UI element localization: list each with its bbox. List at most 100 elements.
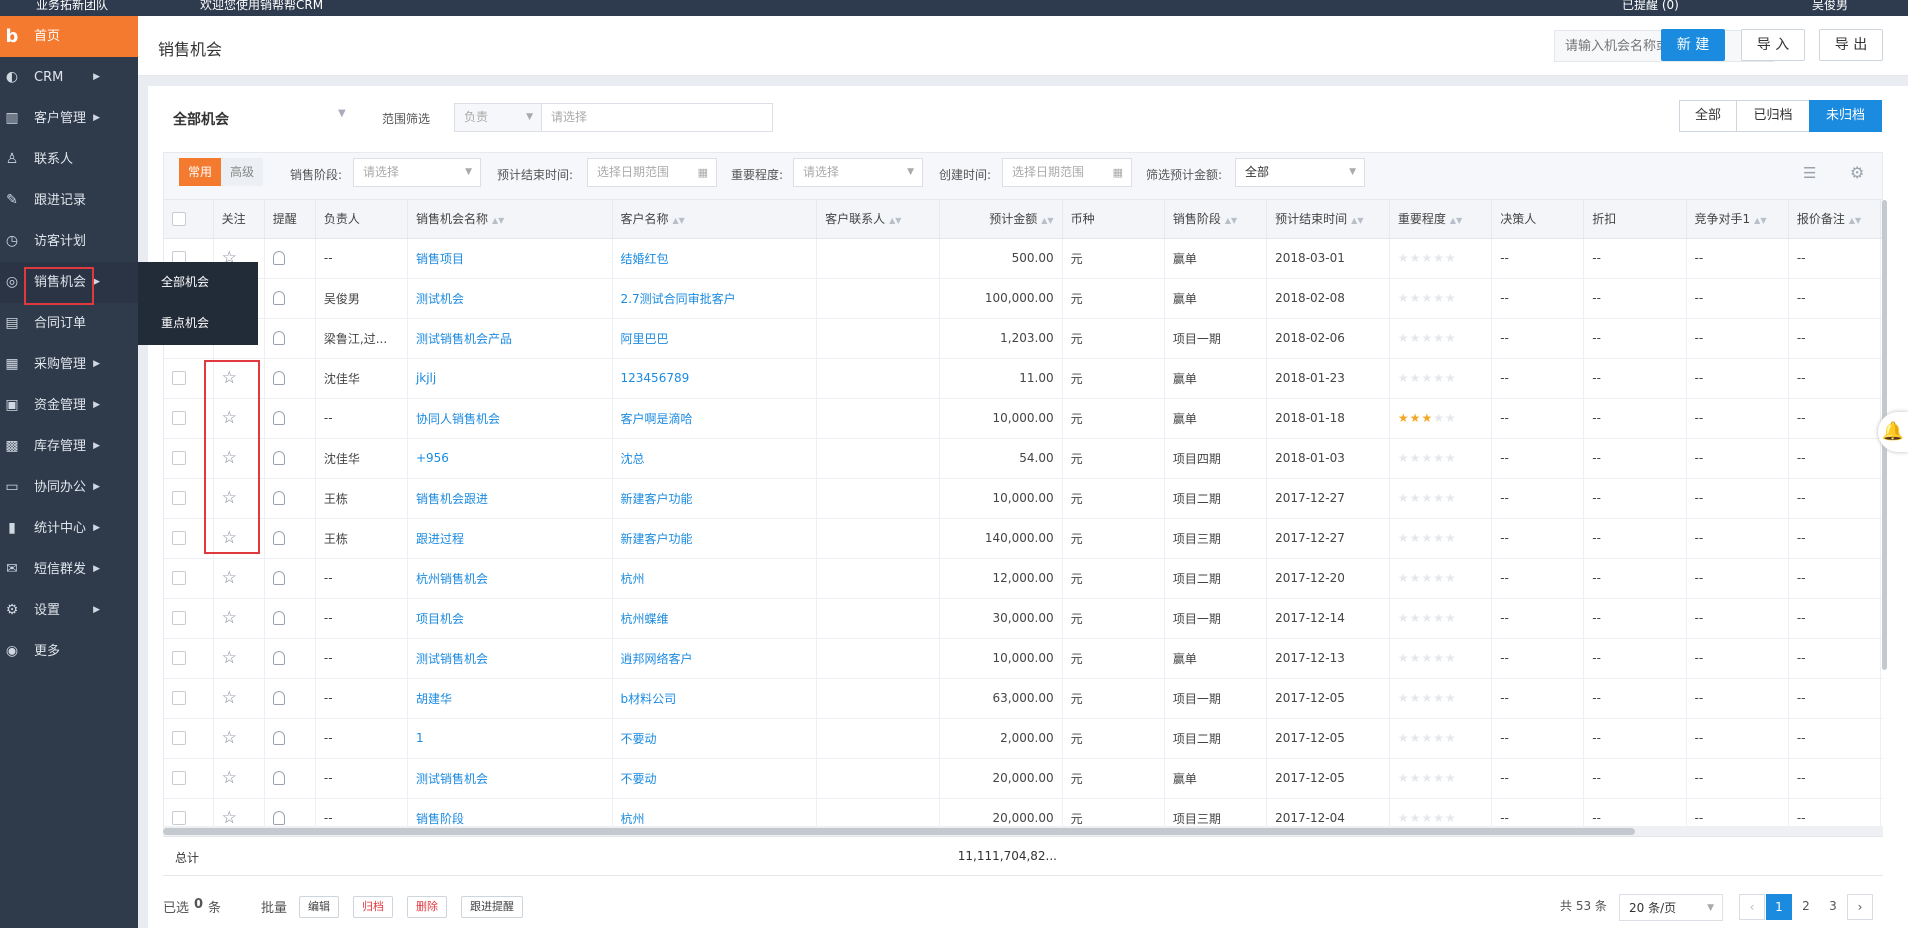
column-header-4[interactable]: 销售机会名称 ▲▼	[407, 200, 613, 239]
table-row[interactable]: ☆ -- 销售项目 结婚红包 500.00 元赢单 2018-03-01 ★★★★★ -- -- -…	[164, 238, 1883, 279]
cell-customer[interactable]: 结婚红包	[612, 238, 818, 279]
cell-stars[interactable]: ★★★★★	[1389, 238, 1493, 279]
cell-customer[interactable]: 123456789	[612, 358, 818, 399]
remind-bell-icon[interactable]	[272, 371, 285, 386]
column-header-13[interactable]: 折扣	[1583, 200, 1687, 239]
user-name[interactable]: 吴俊男	[1812, 0, 1848, 13]
remind-bell-icon[interactable]	[272, 491, 285, 506]
column-header-0[interactable]	[164, 200, 214, 239]
cell-customer[interactable]: 新建客户功能	[612, 518, 818, 559]
importance-rating[interactable]: ★★★★★	[1398, 251, 1457, 265]
remind-bell-icon[interactable]	[272, 411, 285, 426]
column-header-3[interactable]: 负责人	[315, 200, 408, 239]
cell-name[interactable]: 测试机会	[407, 278, 613, 319]
sidebar-item-2[interactable]: ▥ 客户管理 ▶	[0, 98, 138, 139]
row-checkbox[interactable]	[172, 531, 186, 546]
sidebar-item-4[interactable]: ✎ 跟进记录	[0, 180, 138, 221]
tab-common[interactable]: 常用	[179, 158, 221, 186]
follow-star-icon[interactable]: ☆	[222, 368, 237, 388]
column-header-5[interactable]: 客户名称 ▲▼	[612, 200, 818, 239]
batch-delete-button[interactable]: 删除	[407, 896, 447, 918]
sidebar-item-1[interactable]: ◐ CRM ▶	[0, 57, 138, 98]
view-name[interactable]: 全部机会	[173, 109, 229, 129]
cell-name[interactable]: 杭州销售机会	[407, 558, 613, 599]
submenu-all-opportunities[interactable]: 全部机会	[138, 262, 258, 303]
sidebar-item-5[interactable]: ◷ 访客计划	[0, 221, 138, 262]
page-size-select[interactable]: 20 条/页 ▼	[1619, 894, 1723, 921]
cell-name[interactable]: 跟进过程	[407, 518, 613, 559]
column-list-icon[interactable]: ☰	[1803, 164, 1816, 182]
row-checkbox[interactable]	[172, 451, 186, 466]
import-button[interactable]: 导 入	[1741, 29, 1805, 61]
table-row[interactable]: ☆ -- 1 不要动 2,000.00 元项目二期 2017-12-05 ★★★★★ -- -- -…	[164, 718, 1883, 759]
cell-stars[interactable]: ★★★★★	[1389, 678, 1493, 719]
importance-rating[interactable]: ★★★★★	[1398, 611, 1457, 625]
page-1-button[interactable]: 1	[1766, 894, 1792, 920]
prev-page-button[interactable]: ‹	[1739, 894, 1765, 920]
sidebar-item-14[interactable]: ⚙ 设置 ▶	[0, 590, 138, 631]
sidebar-item-13[interactable]: ✉ 短信群发 ▶	[0, 549, 138, 590]
cell-stars[interactable]: ★★★★★	[1389, 598, 1493, 639]
cell-customer[interactable]: 不要动	[612, 758, 818, 799]
cell-stars[interactable]: ★★★★★	[1389, 478, 1493, 519]
sidebar-item-6[interactable]: ◎ 销售机会 ▶	[0, 262, 138, 303]
table-row[interactable]: ☆ -- 项目机会 杭州蝶维 30,000.00 元项目一期 2017-12-14 ★★★★★…	[164, 598, 1883, 639]
cell-name[interactable]: 1	[407, 718, 613, 759]
importance-select[interactable]: 请选择 ▼	[793, 158, 923, 187]
sidebar-item-0[interactable]: b 首页	[0, 16, 138, 57]
scope-select[interactable]: 负责 ▼	[454, 103, 542, 132]
cell-name[interactable]: 销售项目	[407, 238, 613, 279]
row-checkbox[interactable]	[172, 691, 186, 706]
tab-advanced[interactable]: 高级	[221, 158, 263, 186]
importance-rating[interactable]: ★★★★★	[1398, 371, 1457, 385]
row-checkbox[interactable]	[172, 491, 186, 506]
batch-edit-button[interactable]: 编辑	[299, 896, 339, 918]
follow-star-icon[interactable]: ☆	[222, 728, 237, 748]
follow-star-icon[interactable]: ☆	[222, 688, 237, 708]
column-header-11[interactable]: 重要程度 ▲▼	[1389, 200, 1493, 239]
remind-bell-icon[interactable]	[272, 731, 285, 746]
scope-user-select[interactable]: 请选择	[541, 103, 773, 132]
table-row[interactable]: ☆ -- 销售阶段 杭州 20,000.00 元项目三期 2017-12-04 ★★★★★ --…	[164, 798, 1883, 827]
importance-rating[interactable]: ★★★★★	[1398, 491, 1457, 505]
remind-badge[interactable]: 已提醒 (0)	[1622, 0, 1679, 13]
horizontal-scrollbar[interactable]	[163, 826, 1883, 836]
column-header-9[interactable]: 销售阶段 ▲▼	[1164, 200, 1268, 239]
column-header-14[interactable]: 竞争对手1 ▲▼	[1686, 200, 1789, 239]
remind-bell-icon[interactable]	[272, 251, 285, 266]
next-page-button[interactable]: ›	[1847, 894, 1873, 920]
cell-name[interactable]: 测试销售机会	[407, 638, 613, 679]
sort-icon[interactable]: ▲▼	[1754, 216, 1766, 225]
cell-name[interactable]: 项目机会	[407, 598, 613, 639]
follow-star-icon[interactable]: ☆	[222, 568, 237, 588]
cell-stars[interactable]: ★★★★★	[1389, 518, 1493, 559]
cell-name[interactable]: 胡建华	[407, 678, 613, 719]
table-row[interactable]: ☆梁鲁江,过...测试销售机会产品阿里巴巴1,203.00元项目一期2018-0…	[164, 318, 1883, 359]
remind-bell-icon[interactable]	[272, 651, 285, 666]
follow-star-icon[interactable]: ☆	[222, 528, 237, 548]
importance-rating[interactable]: ★★★★★	[1398, 411, 1457, 425]
cell-name[interactable]: 协同人销售机会	[407, 398, 613, 439]
column-header-2[interactable]: 提醒	[264, 200, 316, 239]
end-date-range-input[interactable]: 选择日期范围 ▦	[587, 158, 717, 187]
submenu-key-opportunities[interactable]: 重点机会	[138, 303, 258, 344]
remind-bell-icon[interactable]	[272, 771, 285, 786]
follow-star-icon[interactable]: ☆	[222, 488, 237, 508]
remind-bell-icon[interactable]	[272, 811, 285, 826]
cell-customer[interactable]: 杭州	[612, 558, 818, 599]
sort-icon[interactable]: ▲▼	[492, 216, 504, 225]
page-3-button[interactable]: 3	[1820, 894, 1846, 920]
cell-customer[interactable]: 客户啊是滴哈	[612, 398, 818, 439]
cell-customer[interactable]: 2.7测试合同审批客户	[612, 278, 818, 319]
cell-stars[interactable]: ★★★★★	[1389, 398, 1493, 439]
importance-rating[interactable]: ★★★★★	[1398, 811, 1457, 825]
importance-rating[interactable]: ★★★★★	[1398, 651, 1457, 665]
sidebar-item-12[interactable]: ▮ 统计中心 ▶	[0, 508, 138, 549]
table-row[interactable]: ☆ -- 胡建华 b材料公司 63,000.00 元项目一期 2017-12-05 ★★★★★…	[164, 678, 1883, 719]
cell-customer[interactable]: b材料公司	[612, 678, 818, 719]
cell-name[interactable]: jkjlj	[407, 358, 613, 399]
cell-stars[interactable]: ★★★★★	[1389, 278, 1493, 319]
page-2-button[interactable]: 2	[1793, 894, 1819, 920]
table-row[interactable]: ☆ -- 协同人销售机会 客户啊是滴哈 10,000.00 元赢单 2018-01-18 ★★…	[164, 398, 1883, 439]
follow-star-icon[interactable]: ☆	[222, 808, 237, 827]
